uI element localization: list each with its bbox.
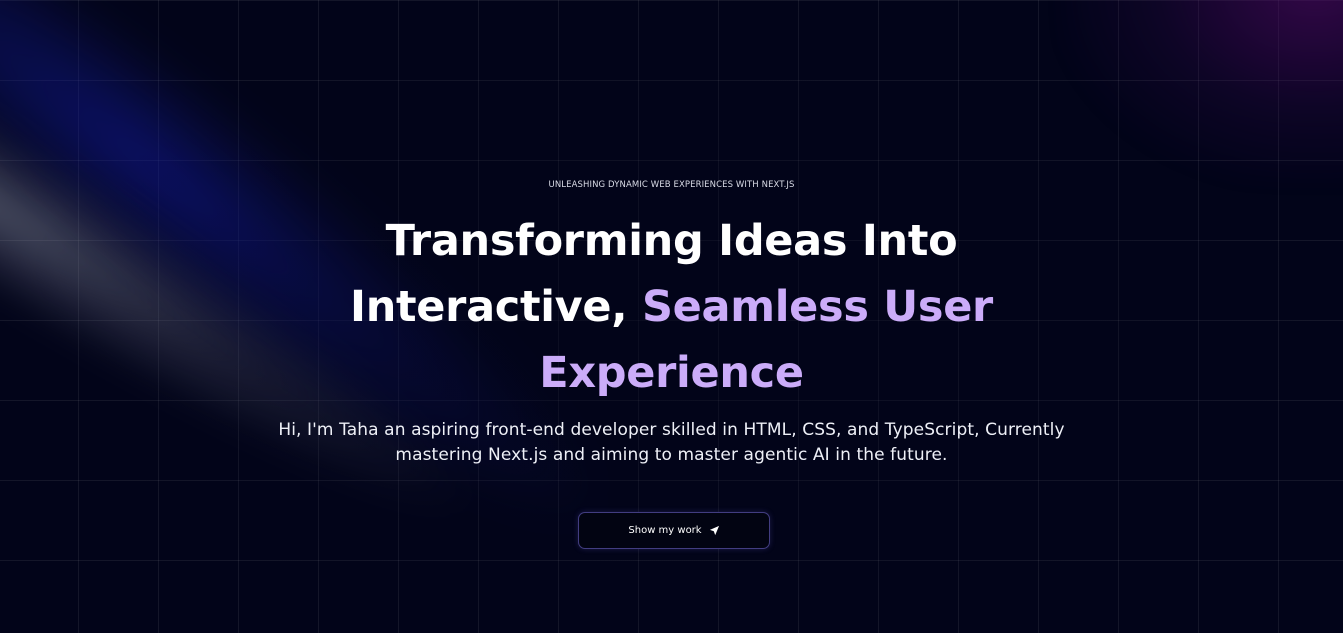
hero-headline: Transforming Ideas Into Interactive, Sea… [321,208,1022,406]
show-my-work-button[interactable]: Show my work [578,512,770,549]
hero-section: UNLEASHING DYNAMIC WEB EXPERIENCES WITH … [0,0,1343,633]
hero-content: UNLEASHING DYNAMIC WEB EXPERIENCES WITH … [0,0,1343,633]
send-arrow-icon [709,525,720,536]
hero-intro: Hi, I'm Taha an aspiring front-end devel… [278,420,1065,465]
show-my-work-label: Show my work [628,525,702,536]
hero-eyebrow: UNLEASHING DYNAMIC WEB EXPERIENCES WITH … [548,180,795,190]
